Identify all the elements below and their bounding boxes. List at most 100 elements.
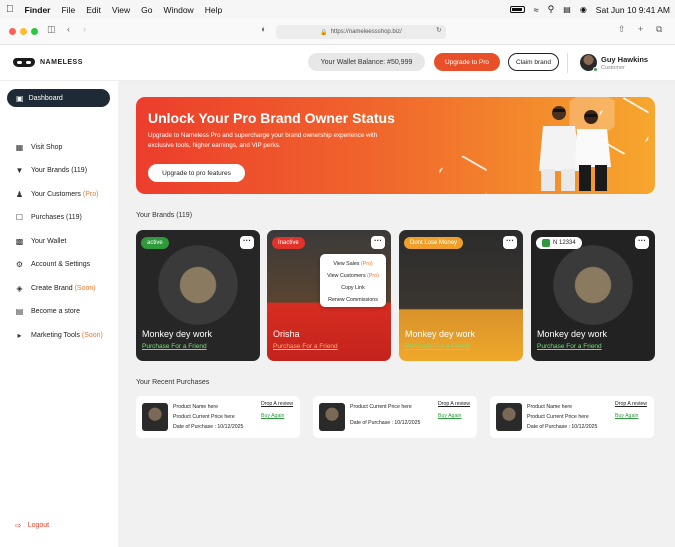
customers-icon: ♟	[15, 190, 24, 199]
menu-view[interactable]: View	[112, 5, 130, 15]
product-price: Product Current Price here	[173, 414, 235, 420]
avatar[interactable]	[580, 54, 598, 72]
drop-review-link[interactable]: Drop A review	[615, 401, 647, 407]
reload-icon[interactable]: ↻	[436, 26, 442, 34]
product-thumbnail	[319, 403, 345, 431]
app-header: NAMELESS Your Wallet Balance: #50,999 Up…	[0, 45, 675, 81]
pro-upgrade-banner: Unlock Your Pro Brand Owner Status Upgra…	[136, 97, 655, 194]
sidebar-item-your-brands[interactable]: ▼ Your Brands (119)	[15, 166, 88, 175]
sidebar-item-label: Your Customers	[31, 191, 81, 198]
sidebar-item-become-store[interactable]: ▤ Become a store	[15, 307, 80, 316]
menubar-datetime[interactable]: Sat Jun 10 9:41 AM	[596, 5, 670, 15]
wallet-balance-pill[interactable]: Your Wallet Balance: #50,999	[308, 53, 425, 71]
sidebar-item-dashboard[interactable]: ▣ Dashboard	[7, 89, 110, 107]
upgrade-pro-features-button[interactable]: Upgrade to pro features	[148, 164, 245, 182]
back-icon[interactable]: ‹	[67, 24, 70, 34]
wifi-icon[interactable]: ≈	[534, 5, 539, 15]
more-options-button[interactable]: ···	[503, 236, 517, 249]
upgrade-to-pro-button[interactable]: Upgrade to Pro	[434, 53, 500, 71]
purchase-for-friend-link[interactable]: Purchase For a Friend	[537, 343, 602, 350]
sidebar-toggle-icon[interactable]: ◫	[47, 24, 56, 35]
lock-icon: 🔒	[320, 29, 328, 36]
menu-go[interactable]: Go	[141, 5, 152, 15]
drop-review-link[interactable]: Drop A review	[438, 401, 470, 407]
purchase-date: Date of Purchase : 10/12/2025	[350, 420, 421, 426]
address-bar[interactable]: 🔒 https://nameleessshop.biz/	[276, 25, 446, 39]
more-options-button[interactable]: ···	[371, 236, 385, 249]
purchase-for-friend-link[interactable]: Purchase For a Friend	[142, 343, 207, 350]
battery-icon[interactable]	[509, 6, 525, 13]
sidebar-item-label: Visit Shop	[31, 144, 63, 151]
sidebar-item-your-wallet[interactable]: ▩ Your Wallet	[15, 237, 67, 246]
dashboard-icon: ▣	[16, 93, 24, 103]
brand-card[interactable]: N 12334 ··· Monkey dey work Purchase For…	[531, 230, 655, 361]
sidebar-item-visit-shop[interactable]: ▦ Visit Shop	[15, 143, 63, 152]
purchase-card[interactable]: Product Name here Product Current Price …	[136, 396, 300, 438]
close-window-button[interactable]	[9, 28, 16, 35]
search-icon[interactable]: ⚲	[548, 4, 555, 15]
buy-again-link[interactable]: Buy Again	[261, 413, 284, 419]
brand-options-menu: View Sales (Pro) View Customers (Pro) Co…	[320, 254, 386, 307]
purchase-date: Date of Purchase : 10/12/2025	[527, 424, 598, 430]
sidebar-item-create-brand[interactable]: ◈ Create Brand (Soon)	[15, 284, 96, 293]
more-options-button[interactable]: ···	[635, 236, 649, 249]
sidebar-item-marketing-tools[interactable]: ▸ Marketing Tools (Soon)	[15, 331, 103, 340]
tag-icon: ◈	[16, 284, 23, 293]
forward-icon[interactable]: ›	[83, 24, 86, 34]
brand-card[interactable]: active ··· Monkey dey work Purchase For …	[136, 230, 260, 361]
user-name[interactable]: Guy Hawkins	[601, 55, 648, 64]
brand-logo[interactable]: NAMELESS	[13, 58, 83, 67]
purchase-for-friend-link[interactable]: Purchase For a Friend	[273, 343, 338, 350]
brand-name: NAMELESS	[40, 59, 83, 66]
menu-item-copy-link[interactable]: Copy Link	[320, 282, 386, 294]
apple-icon[interactable]: 	[6, 4, 14, 15]
logout-button[interactable]: ⇨ Logout	[15, 521, 49, 530]
soon-tag: (Soon)	[81, 332, 103, 339]
brand-card[interactable]: Dont Lose Money ··· Monkey dey work Purc…	[399, 230, 523, 361]
purchase-card[interactable]: Product Name here Product Current Price …	[490, 396, 654, 438]
brand-card-name: Monkey dey work	[405, 329, 476, 339]
user-role: Customer	[601, 65, 625, 71]
menu-item-view-sales[interactable]: View Sales (Pro)	[320, 258, 386, 270]
buy-again-link[interactable]: Buy Again	[438, 413, 461, 419]
share-icon[interactable]: ⇧	[618, 24, 626, 35]
address-url: https://nameleessshop.biz/	[330, 29, 402, 35]
soon-tag: (Soon)	[74, 285, 96, 292]
menu-file[interactable]: File	[61, 5, 75, 15]
menu-item-view-customers[interactable]: View Customers (Pro)	[320, 270, 386, 282]
zoom-window-button[interactable]	[31, 28, 38, 35]
banner-description: Upgrade to Nameless Pro and supercharge …	[148, 132, 378, 149]
buy-again-link[interactable]: Buy Again	[615, 413, 638, 419]
control-center-icon[interactable]: ▤	[563, 5, 571, 14]
drop-review-link[interactable]: Drop A review	[261, 401, 293, 407]
tab-overview-icon[interactable]: ⧉	[656, 24, 662, 35]
product-name: Product Name here	[527, 404, 572, 410]
menu-item-renew-commissions[interactable]: Renew Commissions	[320, 294, 386, 306]
sidebar-item-your-customers[interactable]: ♟ Your Customers (Pro)	[15, 190, 99, 199]
claim-brand-button[interactable]: Claim brand	[508, 53, 559, 71]
purchase-card[interactable]: Product Current Price here Date of Purch…	[313, 396, 477, 438]
menu-finder[interactable]: Finder	[25, 5, 51, 15]
sidebar-item-purchases[interactable]: ☐ Purchases (119)	[15, 213, 82, 222]
new-tab-icon[interactable]: +	[638, 24, 643, 34]
product-price: Product Current Price here	[527, 414, 589, 420]
pro-tag: (Pro)	[360, 261, 373, 267]
shirt-icon: ▼	[15, 166, 24, 175]
trend-up-icon	[542, 239, 550, 247]
menu-edit[interactable]: Edit	[86, 5, 101, 15]
earnings-badge: N 12334	[536, 237, 582, 249]
privacy-shield-icon[interactable]: ◐	[261, 24, 266, 34]
product-thumbnail	[496, 403, 522, 431]
product-name: Product Name here	[173, 404, 218, 410]
siri-icon[interactable]: ◉	[580, 5, 587, 14]
brand-card-image	[136, 230, 260, 361]
more-options-button[interactable]: ···	[240, 236, 254, 249]
product-thumbnail	[142, 403, 168, 431]
sidebar-item-account-settings[interactable]: ⚙ Account & Settings	[15, 260, 90, 269]
purchase-for-friend-link[interactable]: Purchase For a Friend	[405, 343, 470, 350]
product-price: Product Current Price here	[350, 404, 412, 410]
menu-help[interactable]: Help	[205, 5, 222, 15]
minimize-window-button[interactable]	[20, 28, 27, 35]
menu-window[interactable]: Window	[163, 5, 193, 15]
shop-icon: ▦	[15, 143, 24, 152]
